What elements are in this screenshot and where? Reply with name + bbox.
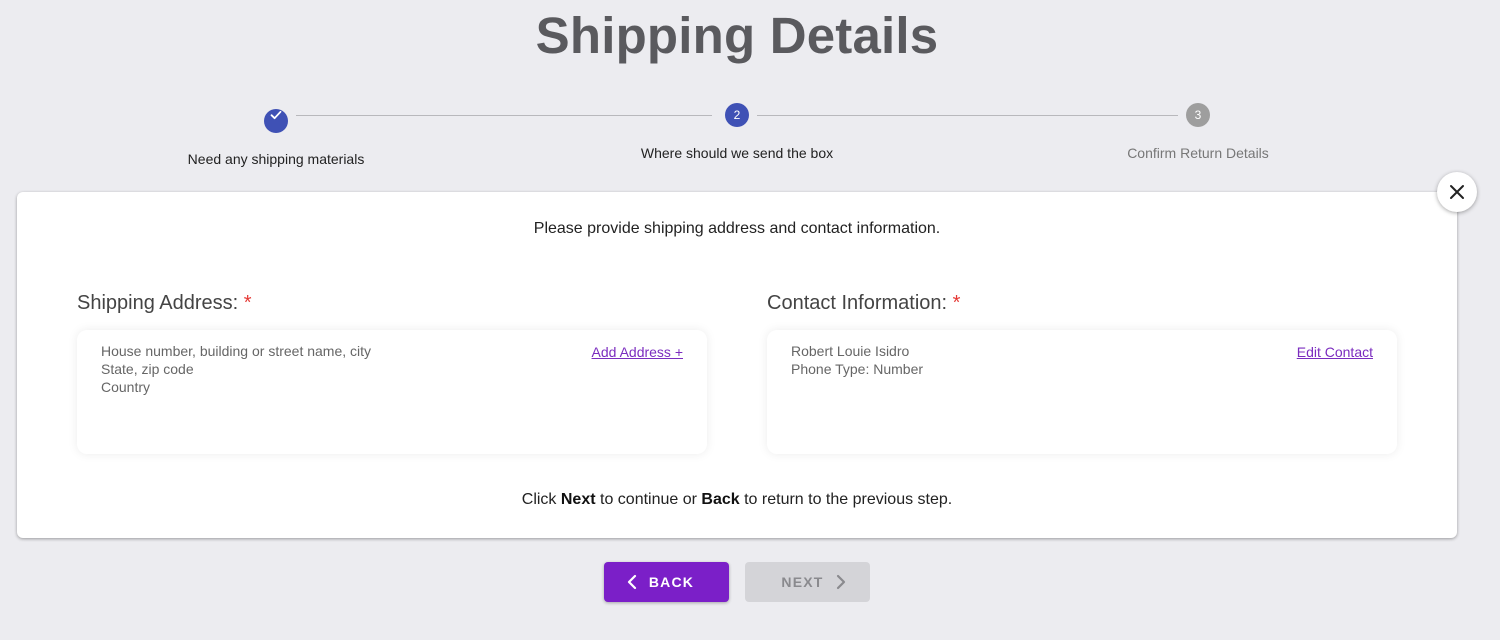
shipping-address-box: House number, building or street name, c… bbox=[77, 330, 707, 454]
back-button[interactable]: BACK bbox=[604, 562, 729, 602]
step-3-label: Confirm Return Details bbox=[1127, 145, 1269, 161]
check-icon bbox=[270, 110, 282, 120]
shipping-form-card: Please provide shipping address and cont… bbox=[17, 192, 1457, 538]
close-icon bbox=[1450, 185, 1464, 199]
hint-text-pre: Click bbox=[521, 491, 561, 508]
contact-information-heading: Contact Information: * bbox=[767, 292, 960, 315]
step-confirm-return: 3 Confirm Return Details bbox=[1048, 103, 1348, 161]
close-button[interactable] bbox=[1437, 172, 1477, 212]
step-2-label: Where should we send the box bbox=[640, 145, 834, 161]
required-mark: * bbox=[243, 292, 252, 314]
contact-information-label: Contact Information: bbox=[767, 292, 948, 314]
hint-text-mid: to continue or bbox=[595, 491, 702, 508]
required-mark: * bbox=[952, 292, 961, 314]
hint-text-post: to return to the previous step. bbox=[739, 491, 953, 508]
step-2-indicator: 2 bbox=[725, 103, 749, 127]
shipping-details-page: Shipping Details Need any shipping mater… bbox=[0, 0, 1500, 640]
add-address-link[interactable]: Add Address + bbox=[592, 344, 683, 360]
step-where-send-box: 2 Where should we send the box bbox=[587, 103, 887, 161]
shipping-address-heading: Shipping Address: * bbox=[77, 292, 252, 315]
chevron-left-icon bbox=[627, 574, 636, 590]
shipping-address-label: Shipping Address: bbox=[77, 292, 239, 314]
next-button-label: NEXT bbox=[781, 574, 824, 590]
hint-next-word: Next bbox=[560, 491, 596, 508]
intro-text: Please provide shipping address and cont… bbox=[533, 220, 941, 237]
contact-information-box: Robert Louie Isidro Phone Type: Number E… bbox=[767, 330, 1397, 454]
contact-name: Robert Louie Isidro bbox=[791, 343, 910, 359]
hint-back-word: Back bbox=[701, 491, 740, 508]
shipping-address-text: House number, building or street name, c… bbox=[101, 342, 371, 396]
chevron-right-icon bbox=[836, 574, 845, 590]
back-button-label: BACK bbox=[648, 574, 695, 590]
address-line-3: Country bbox=[101, 379, 151, 395]
step-3-indicator: 3 bbox=[1186, 103, 1210, 127]
address-line-2: State, zip code bbox=[101, 361, 194, 377]
address-line-1: House number, building or street name, c… bbox=[101, 343, 372, 359]
contact-phone: Phone Type: Number bbox=[791, 361, 924, 377]
step-shipping-materials: Need any shipping materials bbox=[126, 103, 426, 167]
next-button[interactable]: NEXT bbox=[745, 562, 870, 602]
navigation-hint: Click Next to continue or Back to return… bbox=[17, 491, 1457, 509]
edit-contact-link[interactable]: Edit Contact bbox=[1297, 344, 1373, 360]
step-1-indicator bbox=[264, 109, 288, 133]
contact-information-text: Robert Louie Isidro Phone Type: Number bbox=[791, 342, 923, 378]
page-title: Shipping Details bbox=[535, 7, 939, 64]
step-1-label: Need any shipping materials bbox=[187, 151, 365, 167]
